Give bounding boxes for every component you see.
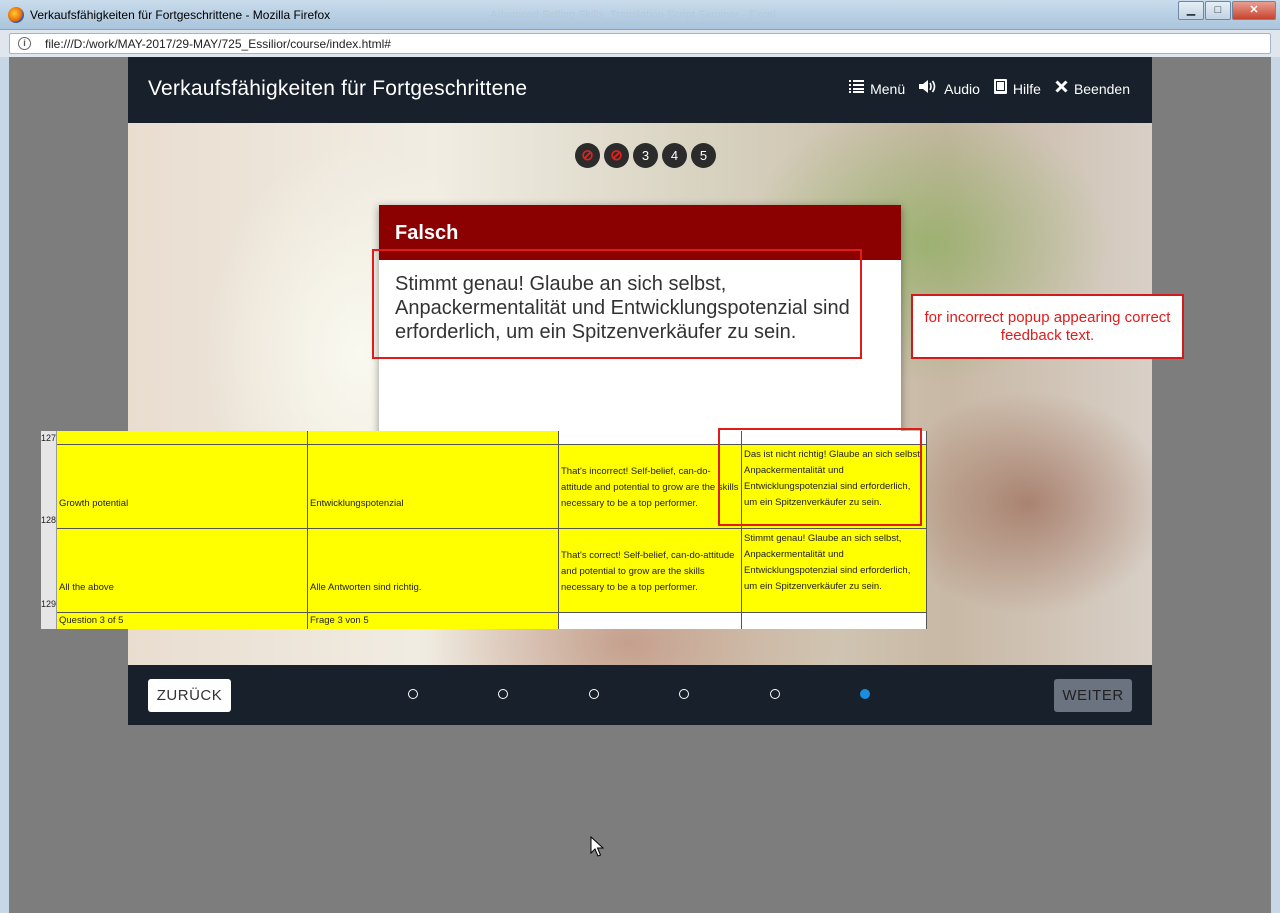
annotation-box-sheet-cell — [718, 428, 922, 526]
minimize-button[interactable]: ▁ — [1178, 1, 1204, 20]
help-label: Hilfe — [1012, 80, 1041, 97]
sheet-cell — [308, 431, 559, 445]
audio-button[interactable]: Audio — [919, 79, 980, 98]
info-icon[interactable]: i — [18, 37, 31, 50]
course-title: Verkaufsfähigkeiten für Fortgeschrittene — [148, 77, 528, 100]
sheet-cell: Entwicklungspotenzial — [308, 445, 559, 529]
close-window-button[interactable]: ✕ — [1232, 1, 1276, 20]
header-nav: Menü Audio Hilfe Beenden — [849, 79, 1130, 98]
page-dot-2[interactable] — [498, 689, 509, 699]
mouse-cursor-icon — [590, 836, 604, 857]
question-dot-2[interactable]: ⊘ — [604, 143, 629, 168]
list-icon — [849, 80, 865, 97]
row-number: 128 — [41, 445, 57, 529]
address-bar: i file:///D:/work/MAY-2017/29-MAY/725_Es… — [0, 30, 1280, 57]
question-dot-1[interactable]: ⊘ — [575, 143, 600, 168]
sheet-cell — [559, 431, 742, 445]
help-button[interactable]: Hilfe — [993, 79, 1041, 98]
row-number — [41, 613, 57, 629]
close-icon — [1055, 80, 1068, 97]
question-dot-3[interactable]: 3 — [633, 143, 658, 168]
sheet-cell: That's incorrect! Self-belief, can-do-at… — [559, 445, 742, 529]
maximize-button[interactable]: □ — [1205, 1, 1231, 20]
annotation-note: for incorrect popup appearing correct fe… — [911, 294, 1184, 359]
sheet-cell: Question 3 of 5 — [57, 613, 308, 629]
next-button[interactable]: WEITER — [1054, 679, 1132, 712]
window-titlebar: Verkaufsfähigkeiten für Fortgeschrittene… — [0, 0, 1280, 30]
page-dot-3[interactable] — [588, 689, 599, 699]
sheet-cell: Stimmt genau! Glaube an sich selbst, Anp… — [742, 529, 927, 613]
page-dot-1[interactable] — [408, 689, 418, 699]
sheet-cell: All the above — [57, 529, 308, 613]
sheet-cell — [742, 613, 927, 629]
speaker-icon — [919, 79, 938, 98]
exit-label: Beenden — [1073, 80, 1130, 97]
row-number: 127 — [41, 431, 57, 445]
url-field[interactable]: i file:///D:/work/MAY-2017/29-MAY/725_Es… — [9, 33, 1271, 54]
url-text: file:///D:/work/MAY-2017/29-MAY/725_Essi… — [45, 37, 391, 51]
page-dot-4[interactable] — [679, 689, 690, 699]
course-footer: ZURÜCK WEITER — [128, 665, 1152, 725]
book-icon — [993, 79, 1007, 98]
sheet-cell: Frage 3 von 5 — [308, 613, 559, 629]
window-controls: ▁ □ ✕ — [1177, 1, 1276, 20]
audio-label: Audio — [944, 80, 980, 97]
question-progress: ⊘ ⊘ 3 4 5 — [575, 143, 716, 168]
exit-button[interactable]: Beenden — [1055, 79, 1130, 98]
menu-label: Menü — [870, 80, 906, 97]
sheet-cell: Growth potential — [57, 445, 308, 529]
page-indicator — [408, 689, 878, 701]
row-number: 129 — [41, 529, 57, 613]
page-dot-5[interactable] — [769, 689, 780, 699]
sheet-cell: Alle Antworten sind richtig. — [308, 529, 559, 613]
menu-button[interactable]: Menü — [849, 79, 905, 98]
window-title: Verkaufsfähigkeiten für Fortgeschrittene… — [30, 8, 331, 22]
back-button[interactable]: ZURÜCK — [148, 679, 231, 712]
window-frame-right — [1271, 57, 1280, 913]
sheet-cell: That's correct! Self-belief, can-do-atti… — [559, 529, 742, 613]
question-dot-5[interactable]: 5 — [691, 143, 716, 168]
course-header: Verkaufsfähigkeiten für Fortgeschrittene… — [128, 57, 1152, 123]
firefox-icon — [8, 7, 24, 23]
annotation-box-popup-text — [372, 249, 862, 359]
sheet-cell — [559, 613, 742, 629]
window-frame-left — [0, 57, 9, 913]
sheet-cell — [57, 431, 308, 445]
background-window-title: Advanced Selling Skills_Translation Scri… — [490, 9, 776, 21]
page-dot-6[interactable] — [860, 689, 870, 699]
question-dot-4[interactable]: 4 — [662, 143, 687, 168]
